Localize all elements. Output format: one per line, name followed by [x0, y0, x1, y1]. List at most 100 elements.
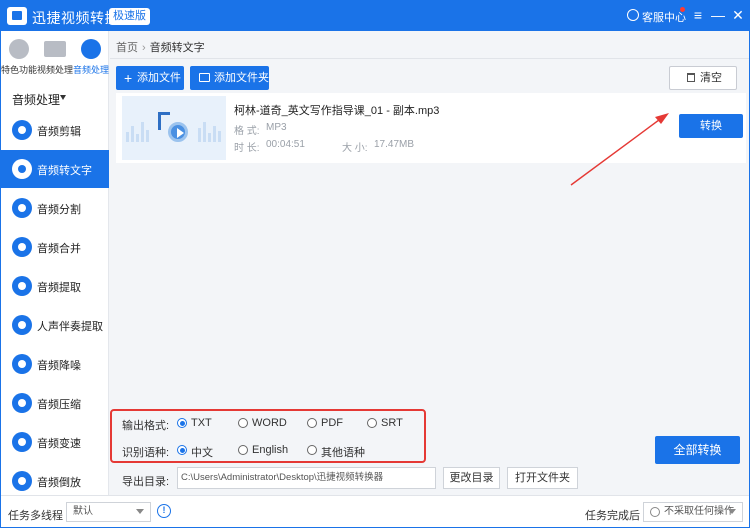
merge-icon — [12, 237, 32, 257]
sidebar-item-label: 音频提取 — [37, 282, 81, 294]
language-label-english: English — [252, 444, 289, 456]
after-task-value: 不采取任何操作 — [664, 506, 734, 517]
format-radio-pdf[interactable] — [307, 418, 317, 428]
sidebar-item-audio-speed[interactable]: 音频变速 — [1, 423, 109, 461]
file-name: 柯林-道奇_英文写作指导课_01 - 副本.mp3 — [234, 105, 440, 117]
speed-icon — [12, 432, 32, 452]
language-label-other: 其他语种 — [321, 447, 365, 459]
extract-icon — [12, 276, 32, 296]
compress-icon — [12, 393, 32, 413]
caret-down-icon[interactable] — [60, 95, 66, 100]
sidebar-item-label: 音频合并 — [37, 243, 81, 255]
size-value: 17.47MB — [374, 139, 415, 150]
threads-select[interactable]: 默认 — [66, 502, 151, 522]
format-label-pdf: PDF — [321, 417, 343, 429]
language-label-chinese: 中文 — [191, 447, 213, 459]
microphone-icon — [12, 315, 32, 335]
breadcrumb: 首页 › 音频转文字 — [116, 39, 205, 55]
add-folder-button[interactable]: 添加文件夹 — [190, 66, 269, 90]
scissors-icon — [12, 120, 32, 140]
tab-video[interactable]: 视频处理 — [37, 35, 73, 76]
audio-thumbnail — [122, 96, 226, 160]
add-file-button[interactable]: + 添加文件 — [116, 66, 184, 90]
format-label: 格 式: — [234, 126, 260, 137]
chevron-down-icon — [728, 509, 736, 514]
duration-value: 00:04:51 — [266, 139, 305, 150]
breadcrumb-separator: › — [142, 42, 146, 54]
sidebar-item-label: 音频倒放 — [37, 477, 81, 489]
ban-icon — [650, 507, 660, 517]
app-window: 迅捷视频转换器 极速版 客服中心 ≡ — ✕ 特色功能 视频处理 音频处理 音频… — [0, 0, 750, 528]
format-radio-word[interactable] — [238, 418, 248, 428]
after-task-label: 任务完成后 — [585, 510, 640, 522]
format-radio-srt[interactable] — [367, 418, 377, 428]
sidebar-item-label: 音频降噪 — [37, 360, 81, 372]
close-button[interactable]: ✕ — [730, 7, 746, 23]
info-icon[interactable]: ! — [157, 504, 171, 518]
clear-label: 清空 — [700, 72, 722, 84]
output-format-label: 输出格式: — [122, 420, 170, 432]
format-label-txt: TXT — [191, 417, 212, 429]
film-icon — [44, 41, 66, 57]
split-icon — [12, 198, 32, 218]
format-value: MP3 — [266, 122, 287, 133]
star-icon — [9, 39, 29, 59]
support-chat-icon[interactable] — [627, 9, 639, 21]
export-path-field[interactable]: C:\Users\Administrator\Desktop\迅捷视频转换器 — [177, 467, 436, 489]
sidebar-item-label: 音频变速 — [37, 438, 81, 450]
status-bar: 任务多线程 默认 ! 任务完成后 不采取任何操作 — [1, 495, 749, 527]
sidebar-item-vocal-extract[interactable]: 人声伴奏提取 — [1, 306, 109, 344]
duration-label: 时 长: — [234, 143, 260, 154]
speech-to-text-icon — [12, 159, 32, 179]
language-radio-english[interactable] — [238, 445, 248, 455]
tab-audio[interactable]: 音频处理 — [73, 35, 109, 76]
language-radio-other[interactable] — [307, 445, 317, 455]
convert-button[interactable]: 转换 — [679, 114, 743, 138]
chevron-down-icon — [136, 509, 144, 514]
divider — [110, 58, 749, 59]
convert-all-button[interactable]: 全部转换 — [655, 436, 740, 464]
change-dir-button[interactable]: 更改目录 — [443, 467, 500, 489]
tab-audio-label: 音频处理 — [73, 65, 110, 75]
add-folder-label: 添加文件夹 — [214, 72, 269, 84]
noise-icon — [12, 354, 32, 374]
sidebar-item-audio-extract[interactable]: 音频提取 — [1, 267, 109, 305]
sidebar-item-label: 音频剪辑 — [37, 126, 81, 138]
clear-button[interactable]: 清空 — [669, 66, 737, 90]
sidebar-item-audio-merge[interactable]: 音频合并 — [1, 228, 109, 266]
tab-featured-label: 特色功能 — [1, 65, 38, 75]
minimize-button[interactable]: — — [710, 7, 726, 23]
breadcrumb-current: 音频转文字 — [149, 42, 205, 54]
sidebar-item-audio-compress[interactable]: 音频压缩 — [1, 384, 109, 422]
plus-icon: + — [124, 70, 133, 86]
annotation-arrow-icon — [570, 113, 669, 186]
sidebar-item-noise-reduction[interactable]: 音频降噪 — [1, 345, 109, 383]
sidebar-item-audio-to-text[interactable]: 音频转文字 — [1, 150, 109, 188]
open-folder-button[interactable]: 打开文件夹 — [507, 467, 578, 489]
support-center-link[interactable]: 客服中心 — [642, 9, 686, 25]
sidebar-item-label: 人声伴奏提取 — [37, 321, 103, 333]
sidebar-item-label: 音频压缩 — [37, 399, 81, 411]
sidebar-item-audio-edit[interactable]: 音频剪辑 — [1, 111, 109, 149]
menu-button[interactable]: ≡ — [690, 7, 706, 23]
main-panel: 首页 › 音频转文字 + 添加文件 添加文件夹 清空 柯林-道奇_英文写作指导课… — [110, 31, 749, 495]
format-label-word: WORD — [252, 417, 287, 429]
language-radio-chinese[interactable] — [177, 445, 187, 455]
size-label: 大 小: — [342, 143, 368, 154]
sidebar-item-audio-split[interactable]: 音频分割 — [1, 189, 109, 227]
format-radio-txt[interactable] — [177, 418, 187, 428]
tab-featured[interactable]: 特色功能 — [1, 35, 37, 76]
export-dir-label: 导出目录: — [122, 476, 170, 488]
music-note-icon — [156, 112, 192, 144]
reverse-icon — [12, 471, 32, 491]
tab-video-label: 视频处理 — [37, 65, 74, 75]
threads-value: 默认 — [73, 506, 93, 517]
category-header[interactable]: 音频处理 — [12, 91, 60, 108]
trash-icon — [687, 73, 695, 82]
breadcrumb-home[interactable]: 首页 — [116, 42, 138, 54]
after-task-select[interactable]: 不采取任何操作 — [643, 502, 743, 522]
sidebar-item-label: 音频分割 — [37, 204, 81, 216]
music-icon — [81, 39, 101, 59]
format-label-srt: SRT — [381, 417, 403, 429]
language-label: 识别语种: — [122, 447, 170, 459]
